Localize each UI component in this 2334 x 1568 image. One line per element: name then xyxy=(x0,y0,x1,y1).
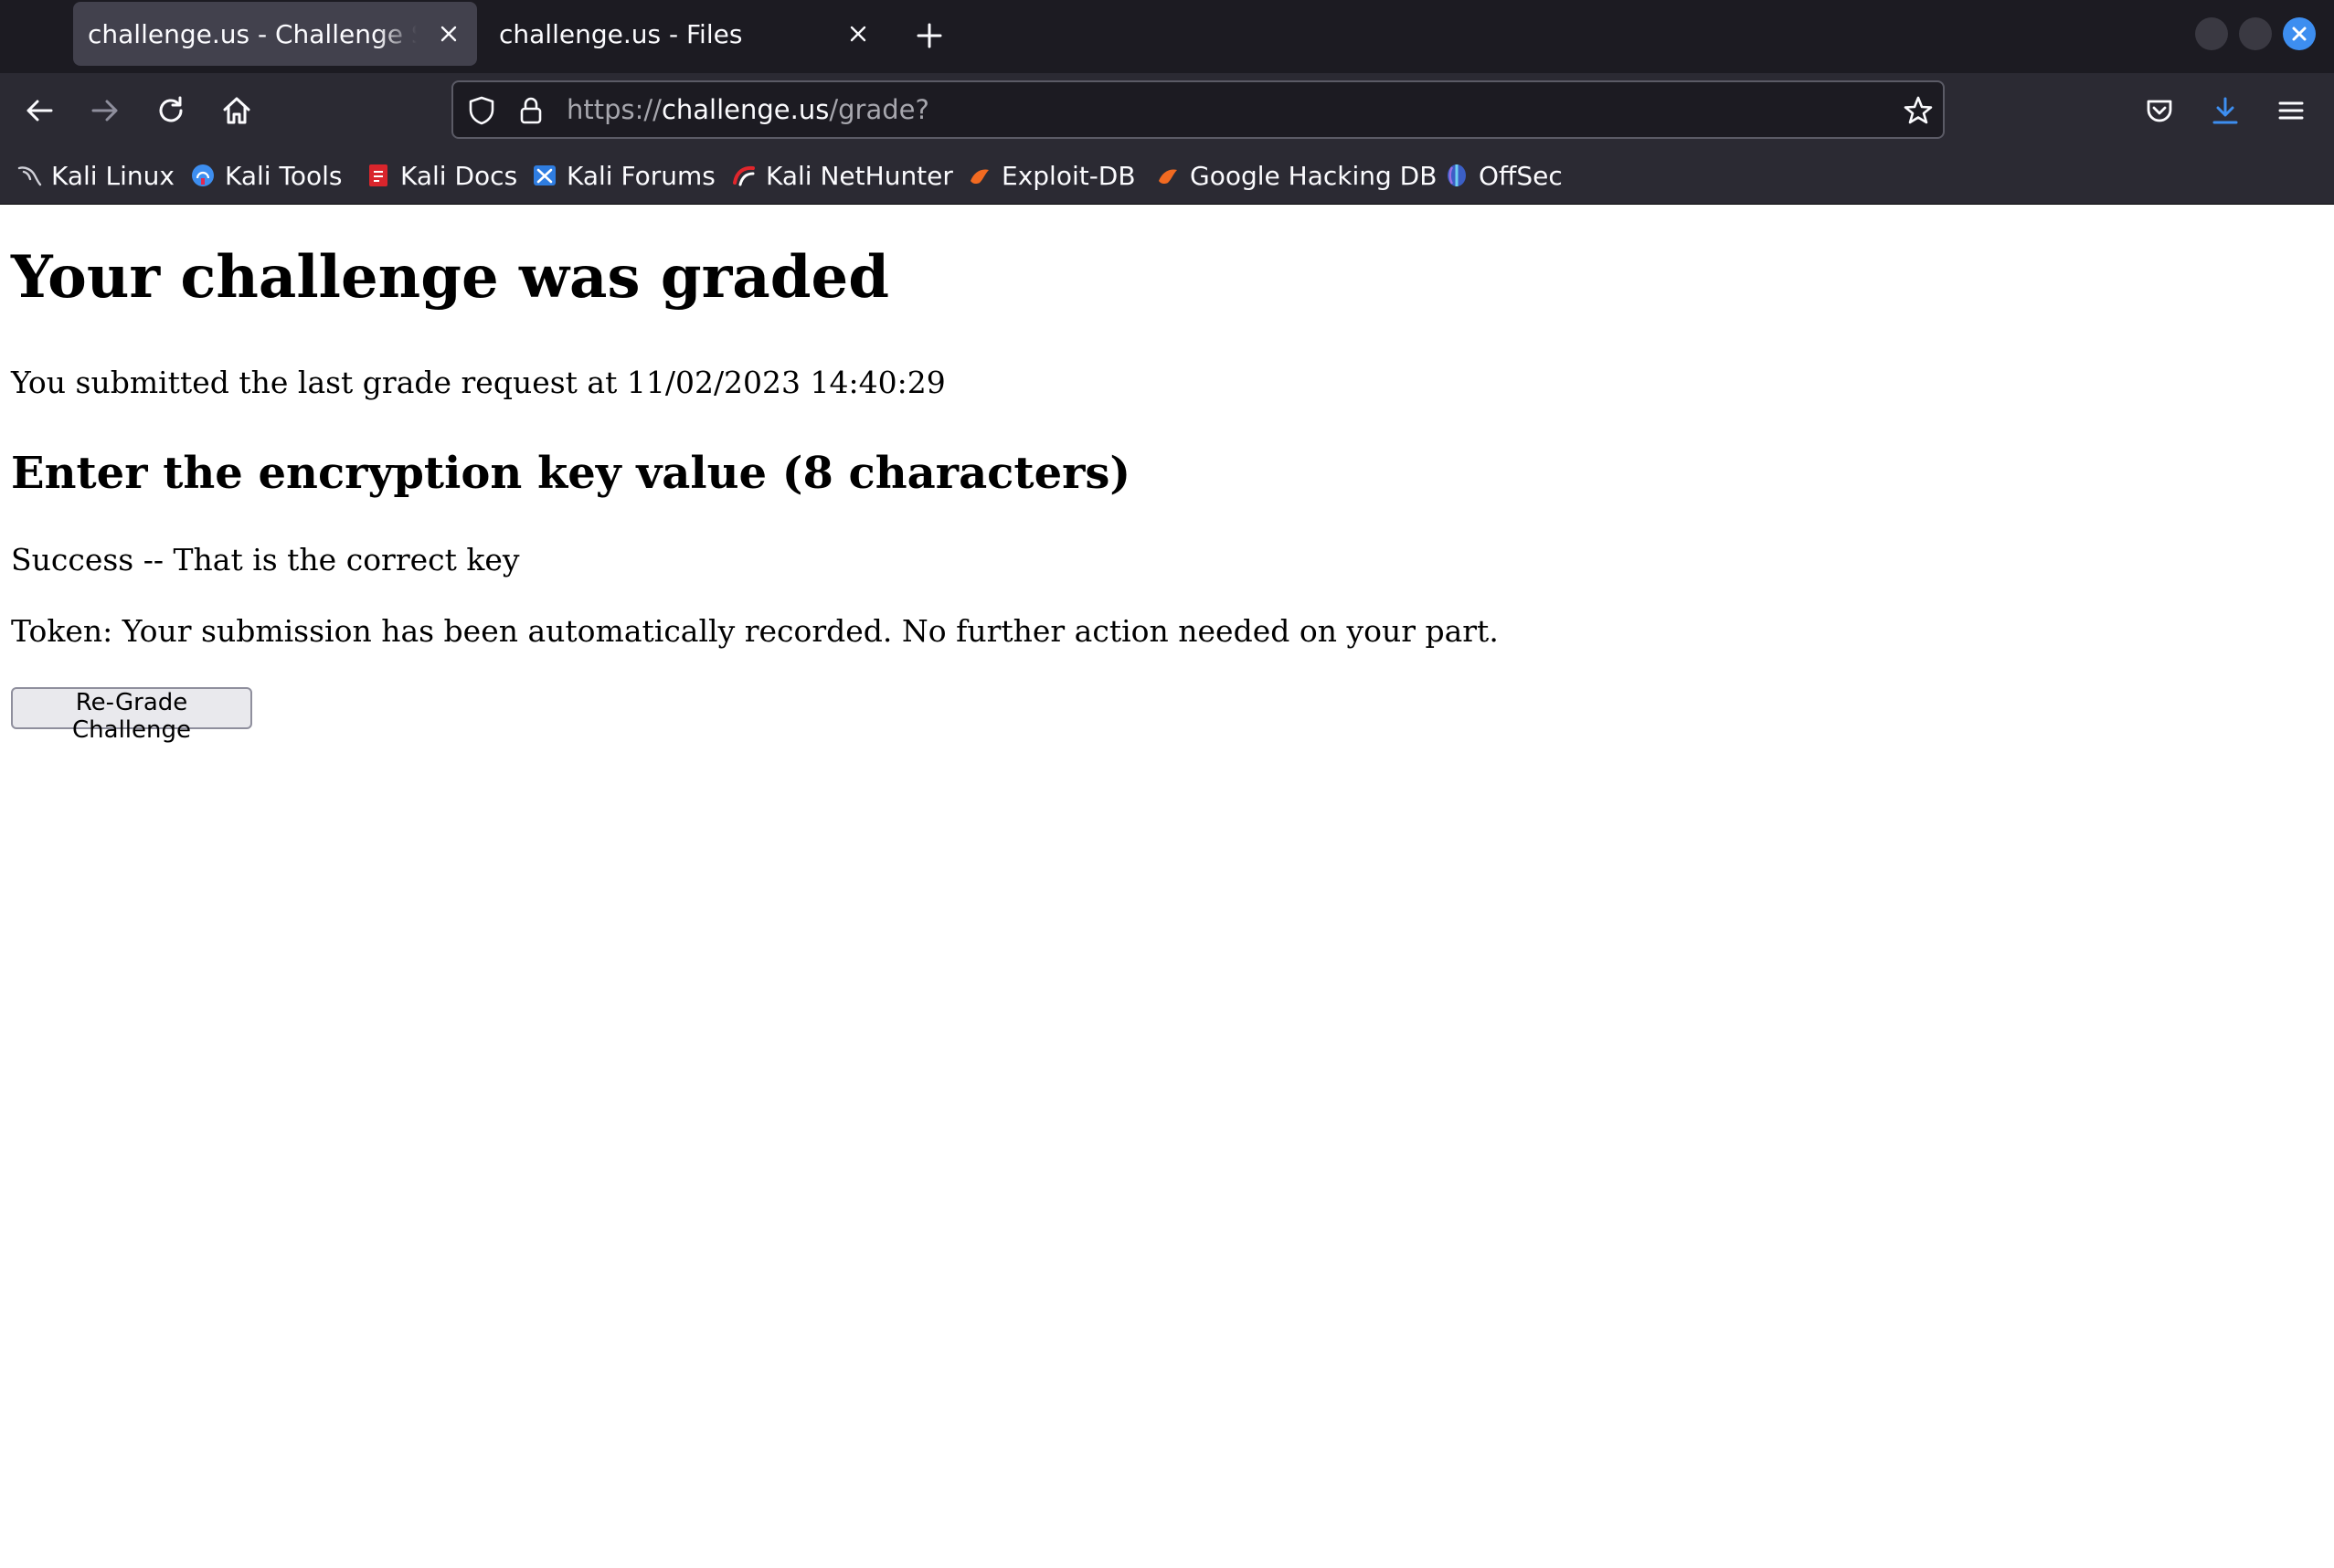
close-tab-icon[interactable] xyxy=(433,18,464,49)
browser-chrome: challenge.us - Challenge Success challen… xyxy=(0,0,2334,205)
ghdb-icon xyxy=(1159,169,1177,185)
bookmark-label: Kali Linux xyxy=(51,160,175,191)
url-path: /grade? xyxy=(829,94,929,125)
tab-challenge-success[interactable]: challenge.us - Challenge Success xyxy=(73,2,477,66)
kali-forums-icon xyxy=(534,165,556,185)
regrade-challenge-button[interactable]: Re-Grade Challenge xyxy=(11,687,252,744)
pocket-icon xyxy=(2147,100,2172,122)
tab-title: challenge.us - Challenge Success xyxy=(88,18,417,49)
home-icon xyxy=(223,97,250,124)
tracking-protection-shield-icon[interactable] xyxy=(466,95,497,126)
back-button[interactable] xyxy=(16,88,62,133)
token-text: Token: Your submission has been automati… xyxy=(11,613,1499,649)
url-scheme: https:// xyxy=(567,94,662,125)
plus-icon xyxy=(917,23,942,48)
bookmark-label: Kali NetHunter xyxy=(766,160,953,191)
grade-result-text: Success -- That is the correct key xyxy=(11,542,520,577)
forward-arrow-icon xyxy=(91,100,118,122)
new-tab-button[interactable] xyxy=(908,15,950,57)
forward-button[interactable] xyxy=(82,88,128,133)
offsec-icon xyxy=(1448,164,1466,186)
kali-docs-icon xyxy=(369,164,387,186)
bookmark-label: Kali Tools xyxy=(225,160,343,191)
downloads-button[interactable] xyxy=(2202,88,2248,133)
hamburger-menu-icon xyxy=(2278,101,2304,120)
url-text[interactable]: https://challenge.us/grade? xyxy=(567,82,929,137)
minimize-window-button[interactable] xyxy=(2195,17,2228,50)
back-arrow-icon xyxy=(27,100,53,122)
close-window-button[interactable] xyxy=(2283,17,2316,50)
tab-files[interactable]: challenge.us - Files xyxy=(484,2,886,66)
close-tab-icon[interactable] xyxy=(843,18,874,49)
bookmark-star-icon[interactable] xyxy=(1903,95,1934,126)
kali-tools-icon xyxy=(192,164,214,186)
app-menu-button[interactable] xyxy=(2268,88,2314,133)
bookmark-google-hacking-db[interactable]: Google Hacking DB xyxy=(1155,155,1437,196)
bookmark-label: Kali Forums xyxy=(567,160,716,191)
reload-button[interactable] xyxy=(148,88,194,133)
bookmark-label: OffSec xyxy=(1479,160,1563,191)
question-heading: Enter the encryption key value (8 charac… xyxy=(11,448,1131,499)
pocket-button[interactable] xyxy=(2137,88,2182,133)
close-icon xyxy=(2292,26,2307,41)
page-title: Your challenge was graded xyxy=(11,243,889,312)
bookmark-kali-forums[interactable]: Kali Forums xyxy=(532,155,716,196)
bookmark-kali-nethunter[interactable]: Kali NetHunter xyxy=(731,155,953,196)
bookmark-label: Kali Docs xyxy=(400,160,518,191)
bookmarks-toolbar: Kali Linux Kali Tools Kali Docs Kali For… xyxy=(0,148,2334,205)
download-icon xyxy=(2212,97,2238,124)
address-bar[interactable]: https://challenge.us/grade? xyxy=(451,80,1945,139)
url-host: challenge.us xyxy=(661,94,830,125)
page-content: Your challenge was graded You submitted … xyxy=(0,205,2334,1568)
exploit-db-icon xyxy=(971,169,989,185)
bookmark-kali-linux[interactable]: Kali Linux xyxy=(16,155,175,196)
reload-icon xyxy=(159,96,183,122)
bookmark-offsec[interactable]: OffSec xyxy=(1444,155,1563,196)
lock-icon[interactable] xyxy=(515,95,546,126)
home-button[interactable] xyxy=(214,88,260,133)
nethunter-icon xyxy=(733,165,755,186)
kali-dragon-icon xyxy=(17,166,42,186)
tab-strip: challenge.us - Challenge Success challen… xyxy=(0,0,2334,73)
bookmark-label: Google Hacking DB xyxy=(1190,160,1438,191)
bookmark-kali-docs[interactable]: Kali Docs xyxy=(366,155,517,196)
bookmark-label: Exploit-DB xyxy=(1002,160,1136,191)
navigation-toolbar: https://challenge.us/grade? xyxy=(0,73,2334,148)
bookmark-exploit-db[interactable]: Exploit-DB xyxy=(967,155,1136,196)
tab-title: challenge.us - Files xyxy=(499,18,743,49)
submission-timestamp-text: You submitted the last grade request at … xyxy=(11,365,946,400)
maximize-window-button[interactable] xyxy=(2239,17,2272,50)
bookmark-kali-tools[interactable]: Kali Tools xyxy=(190,155,342,196)
